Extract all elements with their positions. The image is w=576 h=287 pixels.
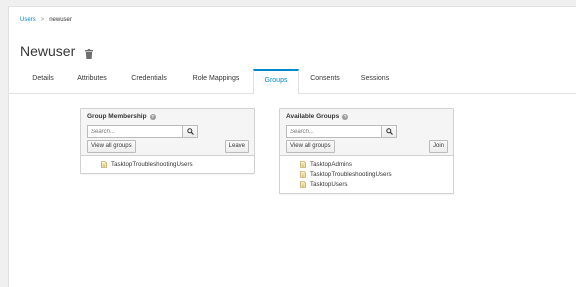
tab-role-mappings[interactable]: Role Mappings (180, 69, 252, 94)
available-groups-title: Available Groups ? (286, 113, 447, 120)
membership-search-row (87, 125, 198, 138)
breadcrumb-users-link[interactable]: Users (20, 17, 36, 23)
group-membership-panel: Group Membership ? View all groups Leave… (80, 108, 255, 174)
document-icon (300, 170, 306, 178)
breadcrumb-separator: > (40, 17, 45, 23)
available-search-button[interactable] (382, 125, 397, 138)
trash-icon[interactable] (85, 46, 94, 59)
available-list: TasktopAdmins TasktopTroubleshootingUser… (280, 156, 453, 193)
join-button[interactable]: Join (428, 140, 448, 153)
document-icon (101, 160, 107, 168)
tab-details[interactable]: Details (20, 69, 66, 94)
tab-sessions[interactable]: Sessions (350, 69, 400, 94)
available-groups-title-text: Available Groups (286, 113, 340, 120)
available-search-input[interactable] (286, 125, 382, 138)
membership-search-input[interactable] (87, 125, 183, 138)
group-membership-title-text: Group Membership (87, 113, 147, 120)
page-title-row: Newuser (20, 43, 94, 59)
tab-attributes[interactable]: Attributes (66, 69, 118, 94)
breadcrumb: Users > newuser (20, 17, 72, 23)
tab-consents[interactable]: Consents (300, 69, 350, 94)
page-container: Users > newuser Newuser Details Attribut… (8, 6, 576, 287)
leave-button[interactable]: Leave (224, 140, 249, 153)
membership-list: TasktopTroubleshootingUsers (81, 156, 254, 173)
available-list-item[interactable]: TasktopUsers (280, 179, 453, 189)
available-groups-header: Available Groups ? View all groups Join (280, 109, 453, 156)
document-icon (300, 180, 306, 188)
search-icon (385, 128, 393, 135)
available-groups-panel: Available Groups ? View all groups Join … (279, 108, 454, 194)
tab-bar: Details Attributes Credentials Role Mapp… (9, 69, 576, 95)
available-group-name: TasktopTroubleshootingUsers (310, 170, 392, 178)
search-icon (186, 128, 194, 135)
membership-view-all-button[interactable]: View all groups (87, 140, 136, 153)
available-search-row (286, 125, 397, 138)
breadcrumb-current: newuser (49, 17, 72, 23)
available-list-item[interactable]: TasktopAdmins (280, 159, 453, 169)
help-icon[interactable]: ? (149, 113, 156, 120)
available-group-name: TasktopUsers (310, 180, 348, 188)
membership-list-item[interactable]: TasktopTroubleshootingUsers (81, 159, 254, 169)
group-membership-title: Group Membership ? (87, 113, 248, 120)
document-icon (300, 160, 306, 168)
help-icon[interactable]: ? (342, 113, 349, 120)
membership-group-name: TasktopTroubleshootingUsers (111, 160, 193, 168)
tab-groups[interactable]: Groups (253, 69, 299, 95)
group-membership-header: Group Membership ? View all groups Leave (81, 109, 254, 156)
available-group-name: TasktopAdmins (310, 160, 352, 168)
available-view-all-button[interactable]: View all groups (286, 140, 335, 153)
membership-search-button[interactable] (183, 125, 198, 138)
available-list-item[interactable]: TasktopTroubleshootingUsers (280, 169, 453, 179)
tab-credentials[interactable]: Credentials (118, 69, 180, 94)
page-title: Newuser (20, 43, 76, 59)
